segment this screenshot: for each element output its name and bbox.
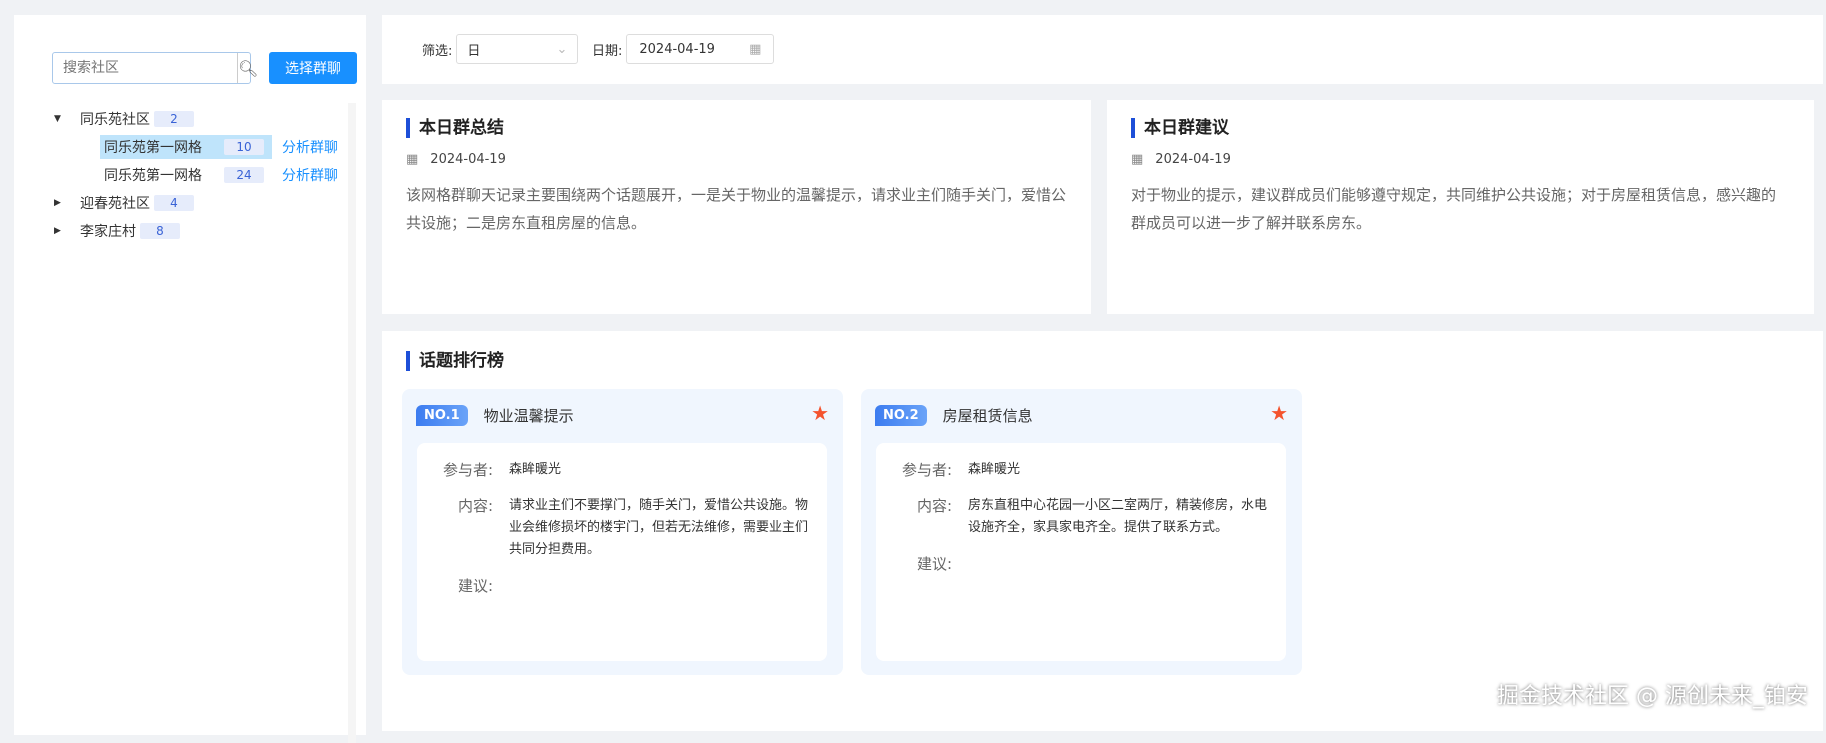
- filter-label: 筛选:: [422, 43, 453, 59]
- count-badge: 2: [154, 111, 194, 127]
- summary-text: 该网格群聊天记录主要围绕两个话题展开，一是关于物业的温馨提示，请求业主们随手关门…: [406, 186, 1067, 232]
- rank-badge: NO.1: [416, 404, 468, 426]
- star-icon[interactable]: ★: [811, 401, 829, 425]
- calendar-icon: ▦: [749, 41, 762, 57]
- select-value: 日: [467, 43, 481, 59]
- suggestion-label: 建议:: [916, 555, 952, 573]
- content-label: 内容:: [916, 497, 952, 515]
- community-tree: ▼ 同乐苑社区 2 同乐苑第一网格 10 分析群聊 同乐苑第一网格 24 分析群聊 ▶ 迎春苑…: [54, 105, 354, 245]
- rank-badge: NO.2: [875, 404, 927, 426]
- tree-child[interactable]: 同乐苑第一网格 10 分析群聊: [54, 133, 354, 161]
- daily-advice-card: 本日群建议 ▦ 2024-04-19 对于物业的提示，建议群成员们能够遵守规定，共…: [1107, 100, 1814, 314]
- community-sidebar: 🔍︎ 选择群聊 ▼同乐苑社区2 同乐苑第一网格10分析群聊 同乐苑第一网格24分…: [14, 15, 366, 743]
- node-label: 同乐苑第一网格: [104, 168, 202, 184]
- watermark: 掘金技术社区 @ 源创未来_铂安: [1497, 684, 1808, 709]
- topic-card: NO.2 房屋租赁信息 ★ 参与者: 森眸暖光 内容: 房东直租中心花园一小区二室两厅，…: [861, 389, 1302, 675]
- calendar-icon: ▦: [1131, 152, 1144, 167]
- node-label: 同乐苑第一网格: [104, 140, 202, 156]
- participants-label: 参与者:: [442, 461, 493, 479]
- tree-child[interactable]: 同乐苑第一网格 24 分析群聊: [54, 161, 354, 189]
- card-title: 本日群建议: [1131, 118, 1790, 138]
- suggestion-value: [509, 575, 809, 596]
- date-picker[interactable]: 2024-04-19 ▦: [626, 34, 775, 64]
- card-date: 2024-04-19: [1155, 152, 1231, 167]
- filter-bar: 筛选: 日 ⌄ 日期: 2024-04-19 ▦: [382, 15, 1823, 84]
- topic-name: 物业温馨提示: [483, 406, 574, 425]
- tree-node[interactable]: ▶ 李家庄村 8: [54, 217, 354, 245]
- content-value: 请求业主们不要撑门，随手关门，爱惜公共设施。物业会维修损坏的楼宇门，但若无法维修…: [509, 498, 809, 557]
- topic-card: NO.1 物业温馨提示 ★ 参与者: 森眸暖光 内容: 请求业主们不要撑门，随手关门，爱…: [402, 389, 843, 675]
- count-badge: 10: [224, 139, 264, 155]
- panel-title: 话题排行榜: [406, 351, 1799, 371]
- search-icon: 🔍︎: [238, 58, 259, 78]
- caret-down-icon[interactable]: ▼: [54, 114, 80, 124]
- suggestion-label: 建议:: [457, 577, 493, 595]
- node-label: 李家庄村: [80, 224, 136, 240]
- content-label: 内容:: [457, 497, 493, 515]
- advice-text: 对于物业的提示，建议群成员们能够遵守规定，共同维护公共设施；对于房屋租赁信息，感…: [1131, 186, 1777, 232]
- node-label: 迎春苑社区: [80, 196, 150, 212]
- participants-value: 森眸暖光: [509, 462, 562, 477]
- date-value: 2024-04-19: [639, 41, 715, 57]
- count-badge: 4: [154, 195, 194, 211]
- search-button[interactable]: 🔍︎: [237, 53, 258, 83]
- tree-node[interactable]: ▼ 同乐苑社区 2: [54, 105, 354, 133]
- caret-right-icon[interactable]: ▶: [54, 226, 80, 236]
- analyze-chat-link[interactable]: 分析群聊: [282, 165, 338, 185]
- select-chat-button[interactable]: 选择群聊: [269, 52, 357, 84]
- node-label: 同乐苑社区: [80, 112, 150, 128]
- star-icon[interactable]: ★: [1270, 401, 1288, 425]
- tree-node[interactable]: ▶ 迎春苑社区 4: [54, 189, 354, 217]
- suggestion-value: [968, 553, 1268, 574]
- participants-label: 参与者:: [901, 461, 952, 479]
- content-value: 房东直租中心花园一小区二室两厅，精装修房，水电设施齐全，家具家电齐全。提供了联系…: [968, 498, 1268, 535]
- chevron-down-icon: ⌄: [556, 41, 568, 57]
- participants-value: 森眸暖光: [968, 462, 1021, 477]
- calendar-icon: ▦: [406, 152, 419, 167]
- card-date: 2024-04-19: [430, 152, 506, 167]
- community-search: 🔍︎: [52, 52, 258, 84]
- card-title: 本日群总结: [406, 118, 1067, 138]
- count-badge: 8: [140, 223, 180, 239]
- daily-summary-card: 本日群总结 ▦ 2024-04-19 该网格群聊天记录主要围绕两个话题展开，一是关…: [382, 100, 1091, 314]
- caret-right-icon[interactable]: ▶: [54, 198, 80, 208]
- period-select[interactable]: 日 ⌄: [456, 34, 579, 64]
- search-input[interactable]: [53, 53, 237, 83]
- date-label: 日期:: [592, 43, 623, 59]
- topic-name: 房屋租赁信息: [942, 406, 1033, 425]
- analyze-chat-link[interactable]: 分析群聊: [282, 137, 338, 157]
- topic-ranking-panel: 话题排行榜 NO.1 物业温馨提示 ★ 参与者: 森眸暖光 内容: 请求业主们不要撑门，…: [382, 331, 1823, 731]
- count-badge: 24: [224, 167, 264, 183]
